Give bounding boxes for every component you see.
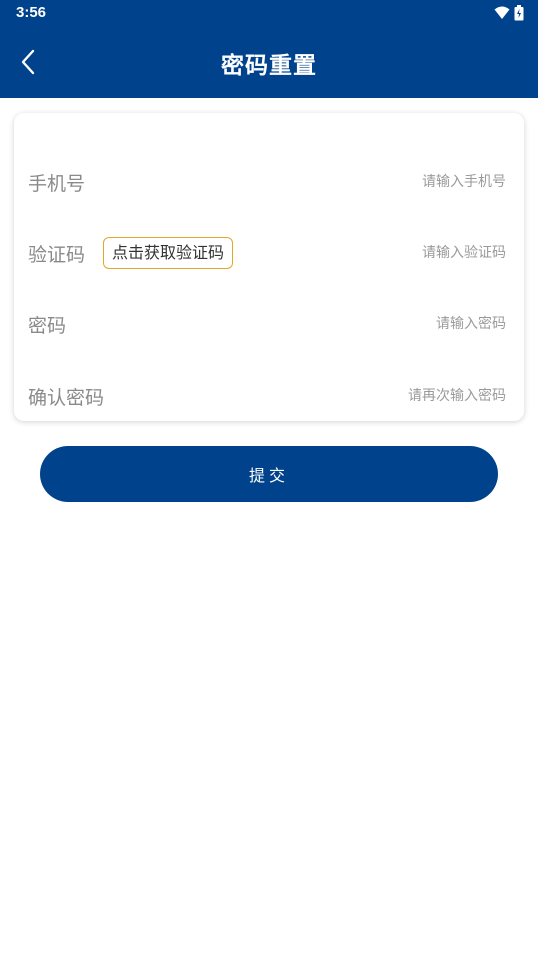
page-title: 密码重置 (221, 53, 317, 79)
form-row-phone: 手机号 (14, 157, 524, 207)
phone-input[interactable] (306, 167, 506, 197)
password-reset-screen: 3:56 密码重置 手机号 请输入手机号 验证码 点击获取验证码 请输入验证码 … (0, 0, 538, 956)
confirm-password-label: 确认密码 (28, 386, 105, 409)
header: 3:56 密码重置 (0, 0, 538, 98)
status-time: 3:56 (16, 4, 47, 21)
wifi-icon (494, 6, 510, 20)
phone-label: 手机号 (28, 172, 86, 195)
submit-button[interactable]: 提交 (40, 446, 498, 502)
form-row-password: 密码 (14, 299, 524, 349)
password-input[interactable] (306, 309, 506, 339)
confirm-password-input[interactable] (306, 381, 506, 411)
battery-icon (514, 5, 524, 21)
reset-form-card: 手机号 验证码 点击获取验证码 密码 确认密码 (14, 113, 524, 421)
get-code-button[interactable]: 点击获取验证码 (103, 237, 234, 269)
password-label: 密码 (28, 314, 67, 337)
code-label: 验证码 (28, 243, 86, 266)
status-bar: 3:56 (0, 0, 538, 28)
form-row-code: 验证码 点击获取验证码 (14, 228, 524, 278)
status-icons (494, 5, 524, 21)
nav-bar: 密码重置 (0, 28, 538, 98)
code-input[interactable] (306, 238, 506, 268)
form-row-confirm-password: 确认密码 (14, 371, 524, 421)
